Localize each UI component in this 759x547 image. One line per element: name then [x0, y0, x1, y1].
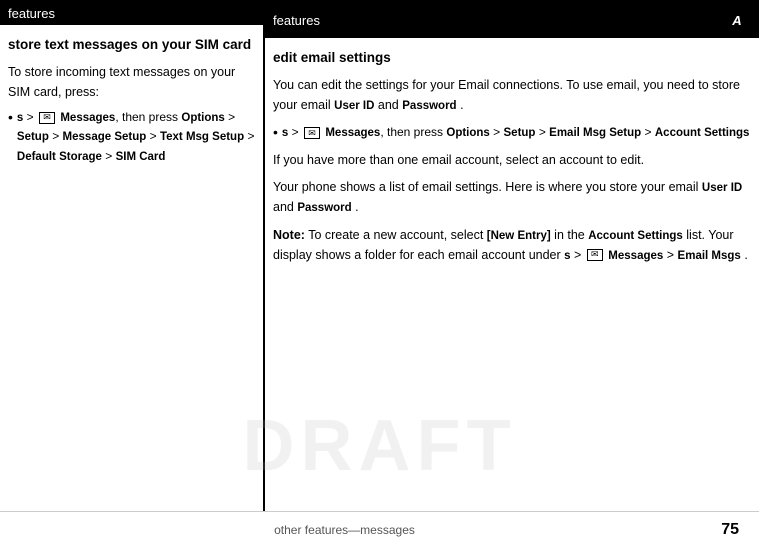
right-gt1: > — [292, 125, 302, 139]
right-para2: If you have more than one email account,… — [273, 151, 751, 170]
left-bullet-line: • s > ✉ Messages, then press Options > S… — [8, 108, 255, 166]
right-gt3: > — [539, 125, 549, 139]
note-new-entry: [New Entry] — [487, 230, 551, 242]
left-text-msg: Text Msg Setup — [160, 131, 244, 143]
right-messages: Messages, then press — [325, 125, 446, 139]
note-acct-settings: Account Settings — [588, 230, 683, 242]
right-panel-header: features A — [265, 2, 759, 38]
left-gt3: > — [52, 129, 62, 143]
note-sym: s — [564, 250, 570, 262]
right-panel-title: edit email settings — [273, 48, 751, 68]
right-password: Password — [402, 100, 456, 112]
right-header-label: features — [273, 13, 320, 28]
messages-icon-note: ✉ — [587, 249, 603, 261]
note-label: Note: — [273, 228, 305, 242]
right-para2-text: If you have more than one email account,… — [273, 153, 644, 167]
left-setup: Setup — [17, 131, 49, 143]
right-para3-pass: Password — [297, 202, 351, 214]
left-gt1: > — [27, 110, 37, 124]
footer-center-text: other features—messages — [20, 523, 669, 537]
messages-icon-right: ✉ — [304, 127, 320, 139]
left-header-label: features — [8, 6, 55, 21]
bullet-symbol-right: • — [273, 123, 278, 141]
left-instruction: To store incoming text messages on your … — [8, 63, 255, 166]
accessibility-icon: A — [723, 6, 751, 34]
right-sym: s — [282, 127, 288, 139]
right-setup: Setup — [504, 127, 536, 139]
left-msg-setup: Message Setup — [63, 131, 147, 143]
note-period: . — [744, 248, 747, 262]
left-options: Options — [181, 112, 224, 124]
right-note: Note: To create a new account, select [N… — [273, 226, 751, 266]
left-panel: features store text messages on your SIM… — [0, 2, 265, 511]
bullet-symbol-left: • — [8, 108, 13, 126]
left-panel-title: store text messages on your SIM card — [8, 35, 255, 55]
right-para3-and: and — [273, 200, 297, 214]
right-para3-uid: User ID — [702, 182, 742, 194]
left-panel-header: features — [0, 2, 263, 25]
right-options: Options — [446, 127, 489, 139]
right-para3-text: Your phone shows a list of email setting… — [273, 180, 702, 194]
right-acct-settings: Account Settings — [655, 127, 750, 139]
left-messages: Messages, then press — [60, 110, 181, 124]
left-gt2: > — [228, 110, 235, 124]
left-bullet-content: s > ✉ Messages, then press Options > Set… — [17, 108, 255, 166]
right-gt2: > — [493, 125, 503, 139]
note-gt2: > — [667, 248, 678, 262]
note-messages: Messages — [608, 248, 663, 262]
right-para1: You can edit the settings for your Email… — [273, 76, 751, 115]
right-bullet-content: s > ✉ Messages, then press Options > Set… — [282, 123, 750, 142]
page-container: features store text messages on your SIM… — [0, 0, 759, 547]
note-text1: To create a new account, select — [308, 228, 487, 242]
page-footer: other features—messages 75 — [0, 511, 759, 547]
left-sim-card: SIM Card — [116, 151, 166, 163]
left-gt4: > — [150, 129, 160, 143]
left-panel-body: store text messages on your SIM card To … — [0, 25, 263, 511]
left-gt5: > — [247, 129, 254, 143]
right-panel: features A edit email settings You can e… — [265, 2, 759, 511]
messages-icon-left: ✉ — [39, 112, 55, 124]
left-gt6: > — [105, 149, 115, 163]
right-panel-body: edit email settings You can edit the set… — [265, 38, 759, 511]
left-body1: To store incoming text messages on your … — [8, 65, 235, 98]
content-area: features store text messages on your SIM… — [0, 0, 759, 511]
right-para1-and: and — [378, 98, 402, 112]
left-default-storage: Default Storage — [17, 151, 102, 163]
right-para1-period: . — [460, 98, 463, 112]
right-user-id: User ID — [334, 100, 374, 112]
note-gt1: > — [574, 248, 585, 262]
page-number: 75 — [709, 521, 739, 539]
right-para3: Your phone shows a list of email setting… — [273, 178, 751, 218]
right-para3-period: . — [355, 200, 358, 214]
right-bullet-line: • s > ✉ Messages, then press Options > S… — [273, 123, 751, 142]
note-email-msgs: Email Msgs — [678, 250, 741, 262]
note-in: in the — [554, 228, 588, 242]
right-email-setup: Email Msg Setup — [549, 127, 641, 139]
left-sym: s — [17, 112, 23, 124]
right-gt4: > — [645, 125, 655, 139]
